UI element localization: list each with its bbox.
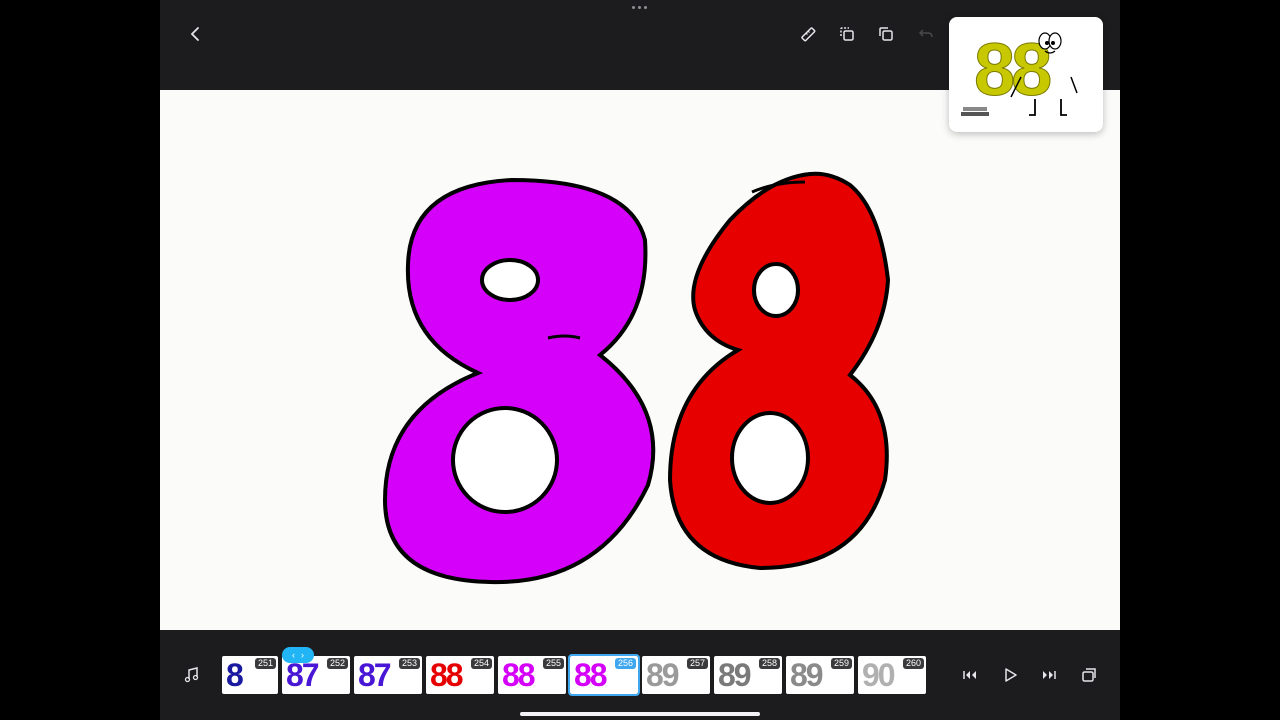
canvas-drawing	[382, 171, 891, 585]
undo-icon[interactable]	[912, 20, 940, 48]
add-frame-icon[interactable]	[1075, 661, 1103, 689]
reference-character-image: 88	[961, 28, 1078, 116]
frame-thumbnail-glyph: 90	[862, 657, 896, 693]
drawing-canvas[interactable]: 88	[160, 17, 1120, 630]
frame-thumbnail-glyph: 88	[430, 657, 464, 693]
timeline-frame[interactable]: 88 255	[498, 656, 566, 694]
frame-number-badge: 256	[614, 658, 636, 669]
timeline-frame[interactable]: 88 254	[426, 656, 494, 694]
frame-number-badge: 259	[830, 658, 852, 669]
timeline-frame[interactable]: 89 259	[786, 656, 854, 694]
timeline-frame[interactable]: 89 258	[714, 656, 782, 694]
chevron-right-icon[interactable]: ›	[301, 650, 304, 660]
ruler-icon[interactable]	[794, 20, 822, 48]
home-indicator[interactable]	[520, 712, 760, 716]
timeline-frame[interactable]: 89 257	[642, 656, 710, 694]
frame-thumbnail-glyph: 89	[790, 657, 824, 693]
purple-eight-glyph	[382, 177, 656, 585]
timeline-frame[interactable]: 90 260	[858, 656, 926, 694]
frame-thumbnail-glyph: 88	[502, 657, 536, 693]
frame-thumbnail-glyph: 89	[718, 657, 752, 693]
frame-thumbnail-glyph: 87	[358, 657, 392, 693]
timeline-frame[interactable]: 8 251	[222, 656, 278, 694]
frame-thumbnail-glyph: 8	[226, 657, 244, 693]
frame-number-badge: 254	[470, 658, 492, 669]
animation-app: 88 8 251 87 252 87 253 88 254 88 255 88 256 89 257 89 2…	[160, 0, 1120, 720]
grabber-handle[interactable]	[632, 6, 647, 9]
play-icon[interactable]	[996, 661, 1024, 689]
frame-number-badge: 252	[326, 658, 348, 669]
frame-number-badge: 260	[902, 658, 924, 669]
frame-strip[interactable]: 8 251 87 252 87 253 88 254 88 255 88 256 89 257 89 258 8…	[222, 654, 944, 696]
frame-thumbnail-glyph: 89	[646, 657, 680, 693]
skip-back-icon[interactable]	[956, 661, 984, 689]
playhead[interactable]: ‹ ›	[282, 647, 314, 663]
frame-number-badge: 251	[254, 658, 276, 669]
red-eight-glyph	[667, 171, 891, 571]
frame-number-badge: 253	[398, 658, 420, 669]
reference-thumbnail[interactable]: 88	[949, 17, 1103, 132]
frame-thumbnail-glyph: 88	[574, 657, 608, 693]
frame-number-badge: 257	[686, 658, 708, 669]
duplicate-icon[interactable]	[872, 20, 900, 48]
timeline-frame[interactable]: 88 256	[568, 654, 640, 696]
skip-forward-icon[interactable]	[1035, 661, 1063, 689]
music-icon[interactable]	[178, 661, 206, 689]
timeline-bar: 8 251 87 252 87 253 88 254 88 255 88 256 89 257 89 258 8…	[160, 630, 1120, 720]
copy-frame-icon[interactable]	[833, 20, 861, 48]
frame-number-badge: 258	[758, 658, 780, 669]
back-icon[interactable]	[182, 20, 210, 48]
frame-number-badge: 255	[542, 658, 564, 669]
timeline-frame[interactable]: 87 253	[354, 656, 422, 694]
chevron-left-icon[interactable]: ‹	[292, 650, 295, 660]
